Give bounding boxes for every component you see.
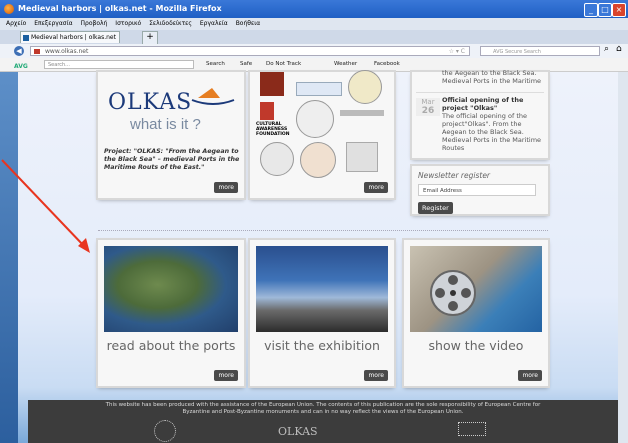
video-image — [410, 246, 542, 332]
firefox-icon — [4, 4, 14, 14]
news-divider — [416, 92, 544, 93]
menu-help[interactable]: Βοήθεια — [236, 20, 261, 27]
newsletter-title: Newsletter register — [418, 171, 491, 180]
favicon-icon — [23, 35, 29, 41]
ports-caption: read about the ports — [106, 338, 236, 353]
menu-history[interactable]: Ιστορικό — [115, 20, 141, 27]
maximize-button[interactable]: □ — [598, 3, 612, 17]
home-icon[interactable]: ⌂ — [616, 44, 622, 54]
newsletter-register-button[interactable]: Register — [418, 202, 453, 214]
menu-view[interactable]: Προβολή — [81, 20, 108, 27]
about-description: Project: "OLKAS: "From the Aegean to the… — [104, 148, 240, 171]
ports-card[interactable]: read about the ports more — [98, 240, 244, 386]
about-more-button[interactable]: more — [214, 182, 238, 193]
partner-logo-5 — [340, 110, 384, 116]
footer-text: This website has been produced with the … — [105, 402, 541, 415]
menu-bookmarks[interactable]: Σελιδοδείκτες — [149, 20, 192, 27]
close-button[interactable]: × — [612, 3, 626, 17]
partners-more-button[interactable]: more — [364, 182, 388, 193]
url-text: www.olkas.net — [45, 48, 89, 55]
avg-search-input[interactable]: Search... — [44, 60, 194, 69]
menu-bar: Αρχείο Επεξεργασία Προβολή Ιστορικό Σελι… — [0, 18, 628, 30]
eu-flag-icon — [154, 420, 176, 442]
cultural-foundation-text: CULTURAL AWARENESS FOUNDATION — [256, 122, 290, 137]
tab-olkas[interactable]: Medieval harbors | olkas.net — [20, 31, 120, 43]
window-titlebar: Medieval harbors | olkas.net - Mozilla F… — [0, 0, 628, 18]
newsletter-placeholder: Email Address — [423, 188, 462, 194]
new-tab-button[interactable]: + — [142, 31, 158, 45]
scrollbar[interactable] — [618, 72, 628, 443]
news-date-badge: Mar 26 — [416, 98, 440, 116]
ship-icon — [191, 88, 235, 105]
partner-logo-6 — [260, 142, 294, 176]
partner-logo-7 — [300, 142, 336, 178]
partners-card: CULTURAL AWARENESS FOUNDATION more — [250, 70, 394, 198]
video-more-button[interactable]: more — [518, 370, 542, 381]
partner-logo-2 — [296, 82, 342, 96]
exhibition-image — [256, 246, 388, 332]
news-date-day: 26 — [421, 106, 435, 116]
partner-logo-4 — [296, 100, 334, 138]
map-image — [104, 246, 238, 332]
footer-olkas-logo: OLKAS — [278, 425, 318, 438]
section-divider — [98, 230, 548, 231]
tab-bar: Medieval harbors | olkas.net + — [0, 30, 628, 45]
tab-label: Medieval harbors | olkas.net — [31, 34, 116, 41]
avg-facebook-button[interactable]: Facebook — [374, 58, 400, 71]
newsletter-email-input[interactable]: Email Address — [418, 184, 536, 196]
star-icon[interactable]: ☆ ▾ C — [449, 47, 465, 57]
olkas-logo: OLKAS — [108, 90, 193, 115]
search-icon[interactable]: ⌕ — [604, 44, 609, 54]
avg-search-placeholder: Search... — [48, 62, 70, 68]
menu-file[interactable]: Αρχείο — [6, 20, 26, 27]
window-title: Medieval harbors | olkas.net - Mozilla F… — [18, 4, 222, 13]
exhibition-card[interactable]: visit the exhibition more — [250, 240, 394, 386]
left-panel — [0, 72, 18, 443]
partner-footer-icon — [458, 422, 486, 436]
news-snippet: the Aegean to the Black Sea. Medieval Po… — [442, 69, 542, 85]
browser-search-input[interactable]: AVG Secure Search — [480, 46, 600, 56]
ports-more-button[interactable]: more — [214, 370, 238, 381]
avg-safe-button[interactable]: Safe — [240, 58, 252, 71]
avg-weather-button[interactable]: Weather — [334, 58, 357, 71]
news-card: the Aegean to the Black Sea. Medieval Po… — [412, 69, 548, 158]
search-placeholder: AVG Secure Search — [493, 49, 541, 55]
site-icon — [34, 49, 40, 54]
back-button[interactable]: ◀ — [14, 46, 24, 56]
menu-edit[interactable]: Επεξεργασία — [34, 20, 72, 27]
nav-bar: ◀ www.olkas.net ☆ ▾ C AVG Secure Search … — [0, 44, 628, 58]
avg-search-button[interactable]: Search — [206, 58, 225, 71]
news-item-title[interactable]: Official opening of the project "Olkas" — [442, 96, 544, 112]
menu-tools[interactable]: Εργαλεία — [200, 20, 228, 27]
about-tagline: what is it ? — [130, 116, 201, 133]
footer: This website has been produced with the … — [28, 400, 618, 443]
cultural-foundation-logo — [260, 102, 274, 120]
newsletter-card: Newsletter register Email Address Regist… — [412, 166, 548, 214]
exhibition-more-button[interactable]: more — [364, 370, 388, 381]
minimize-button[interactable]: _ — [584, 3, 598, 17]
partner-logo-8 — [346, 142, 378, 172]
video-card[interactable]: show the video more — [404, 240, 548, 386]
news-item-text: The official opening of the project"Olka… — [442, 112, 542, 152]
partner-logo-3 — [348, 70, 382, 104]
video-caption: show the video — [428, 338, 524, 353]
avg-donottrack-button[interactable]: Do Not Track — [266, 58, 301, 71]
about-card: OLKAS what is it ? Project: "OLKAS: "Fro… — [98, 72, 244, 198]
url-bar[interactable]: www.olkas.net ☆ ▾ C — [30, 46, 470, 56]
film-reel-icon — [430, 270, 476, 316]
exhibition-caption: visit the exhibition — [264, 338, 380, 353]
partner-logo-1 — [260, 72, 284, 96]
